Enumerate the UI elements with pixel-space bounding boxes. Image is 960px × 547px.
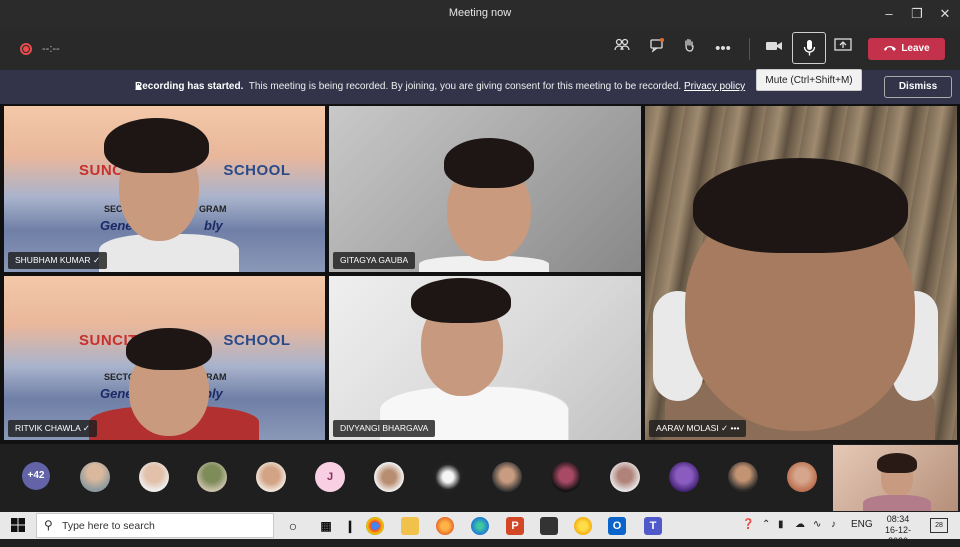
wifi-icon[interactable]: ∿ xyxy=(813,519,821,530)
windows-start-icon[interactable] xyxy=(11,518,25,532)
share-screen-icon[interactable] xyxy=(830,37,856,61)
camera-icon[interactable] xyxy=(761,37,787,61)
notification-center-button[interactable]: 28 xyxy=(930,518,948,533)
avatar[interactable] xyxy=(610,462,640,492)
more-options-icon[interactable]: ••• xyxy=(710,37,736,61)
search-icon: ⚲ xyxy=(44,518,53,532)
cloud-icon[interactable]: ☁ xyxy=(795,519,805,530)
file-explorer-icon[interactable] xyxy=(401,517,419,535)
search-placeholder: Type here to search xyxy=(62,520,155,532)
toolbar-divider xyxy=(749,38,750,60)
weather-help-icon[interactable]: ❓ xyxy=(742,519,754,530)
window-titlebar: Meeting now – ❐ ✕ xyxy=(0,0,960,28)
task-view-icon[interactable]: ▦ xyxy=(317,517,335,535)
avatar[interactable] xyxy=(669,462,699,492)
cortana-icon[interactable]: ○ xyxy=(284,517,302,535)
taskbar-separator-icon: ❙ xyxy=(344,519,356,533)
taskbar-clock[interactable]: 08:34 16-12-2020 xyxy=(878,514,918,547)
outlook-icon[interactable]: O xyxy=(608,517,626,535)
battery-icon[interactable]: ▮ xyxy=(778,519,784,530)
avatar-initial[interactable]: J xyxy=(315,462,345,492)
person-hair xyxy=(877,453,917,473)
avatar[interactable] xyxy=(256,462,286,492)
avatar[interactable] xyxy=(80,462,110,492)
muted-icon: ✓ xyxy=(82,423,90,433)
person-hair xyxy=(693,158,908,253)
video-tile[interactable]: AARAV MOLASI ✓ ••• xyxy=(645,106,957,440)
windows-taskbar: ⚲ Type here to search ○ ▦ ❙ P O T ❓ ⌃ ▮ … xyxy=(0,512,960,546)
powerpoint-icon[interactable]: P xyxy=(506,517,524,535)
video-tile[interactable]: SUNCITYSCHOOL SECTOR GRAM Gene bly SHUBH… xyxy=(4,106,325,272)
video-tile[interactable]: SUNCITY SCHOOL SECTOR GRAM Gene bly RITVI… xyxy=(4,276,325,440)
more-participants-button[interactable]: +42 xyxy=(22,462,50,490)
person-hair xyxy=(126,328,212,370)
tray-chevron-icon[interactable]: ⌃ xyxy=(762,519,770,530)
raise-hand-icon[interactable] xyxy=(676,37,702,61)
video-tile[interactable]: GITAGYA GAUBA xyxy=(329,106,641,272)
banner-headline: Recording has started. xyxy=(135,81,244,92)
edge-icon[interactable] xyxy=(471,517,489,535)
banner-message: This meeting is being recorded. By joini… xyxy=(248,81,682,92)
background-bly-text: bly xyxy=(204,218,223,233)
avatar[interactable] xyxy=(492,462,522,492)
store-icon[interactable] xyxy=(540,517,558,535)
teams-icon[interactable]: T xyxy=(644,517,662,535)
banner-text: Recording has started. This meeting is b… xyxy=(135,81,745,92)
sticky-app-icon[interactable] xyxy=(574,517,592,535)
volume-icon[interactable]: ♪ xyxy=(831,519,836,530)
mute-button[interactable] xyxy=(792,32,826,64)
window-title: Meeting now xyxy=(448,7,512,19)
background-gram-text: GRAM xyxy=(199,204,227,214)
muted-icon: ✓ xyxy=(721,423,729,433)
minimize-icon[interactable]: – xyxy=(878,4,900,24)
clock-time: 08:34 xyxy=(886,514,910,524)
participant-name-tag: GITAGYA GAUBA xyxy=(333,252,416,269)
restore-icon[interactable]: ❐ xyxy=(906,4,928,24)
video-grid: SUNCITYSCHOOL SECTOR GRAM Gene bly SHUBH… xyxy=(0,104,960,444)
warning-icon: ▲ xyxy=(133,81,144,93)
more-options-icon: ••• xyxy=(730,423,740,433)
dismiss-button[interactable]: Dismiss xyxy=(884,76,952,98)
participant-name-tag: DIVYANGI BHARGAVA xyxy=(333,420,436,437)
privacy-policy-link[interactable]: Privacy policy xyxy=(684,81,745,92)
avatar[interactable] xyxy=(197,462,227,492)
person-hair xyxy=(104,118,209,173)
meeting-toolbar: --:-- ••• Leave xyxy=(0,28,960,70)
video-tile[interactable]: DIVYANGI BHARGAVA xyxy=(329,276,641,440)
chat-icon[interactable] xyxy=(644,37,670,61)
avatar[interactable] xyxy=(374,462,404,492)
close-icon[interactable]: ✕ xyxy=(934,4,956,24)
person-body xyxy=(863,495,931,511)
recording-icon xyxy=(20,43,32,55)
participant-name-tag: RITVIK CHAWLA ✓ xyxy=(8,420,97,437)
language-indicator[interactable]: ENG xyxy=(851,519,873,530)
person-hair xyxy=(444,138,534,188)
avatar[interactable] xyxy=(787,462,817,492)
self-view-video[interactable] xyxy=(833,445,958,511)
taskbar-search-input[interactable]: ⚲ Type here to search xyxy=(36,513,274,538)
muted-icon: ✓ xyxy=(92,255,101,265)
avatar[interactable] xyxy=(728,462,758,492)
meeting-timer: --:-- xyxy=(42,43,60,55)
leave-label: Leave xyxy=(901,43,930,54)
chrome-icon[interactable] xyxy=(366,517,384,535)
person-hair xyxy=(411,278,511,323)
avatar[interactable] xyxy=(139,462,169,492)
leave-button[interactable]: Leave xyxy=(868,38,945,60)
avatar[interactable] xyxy=(433,462,463,492)
clock-date: 16-12-2020 xyxy=(884,525,911,546)
mute-tooltip: Mute (Ctrl+Shift+M) xyxy=(756,69,862,91)
participant-name-tag: AARAV MOLASI ✓ ••• xyxy=(649,420,747,437)
participants-icon[interactable] xyxy=(609,37,635,61)
firefox-icon[interactable] xyxy=(436,517,454,535)
participant-name-tag: SHUBHAM KUMAR ✓ xyxy=(8,252,108,269)
avatar[interactable] xyxy=(551,462,581,492)
background-gen-text: Gene xyxy=(100,386,133,401)
